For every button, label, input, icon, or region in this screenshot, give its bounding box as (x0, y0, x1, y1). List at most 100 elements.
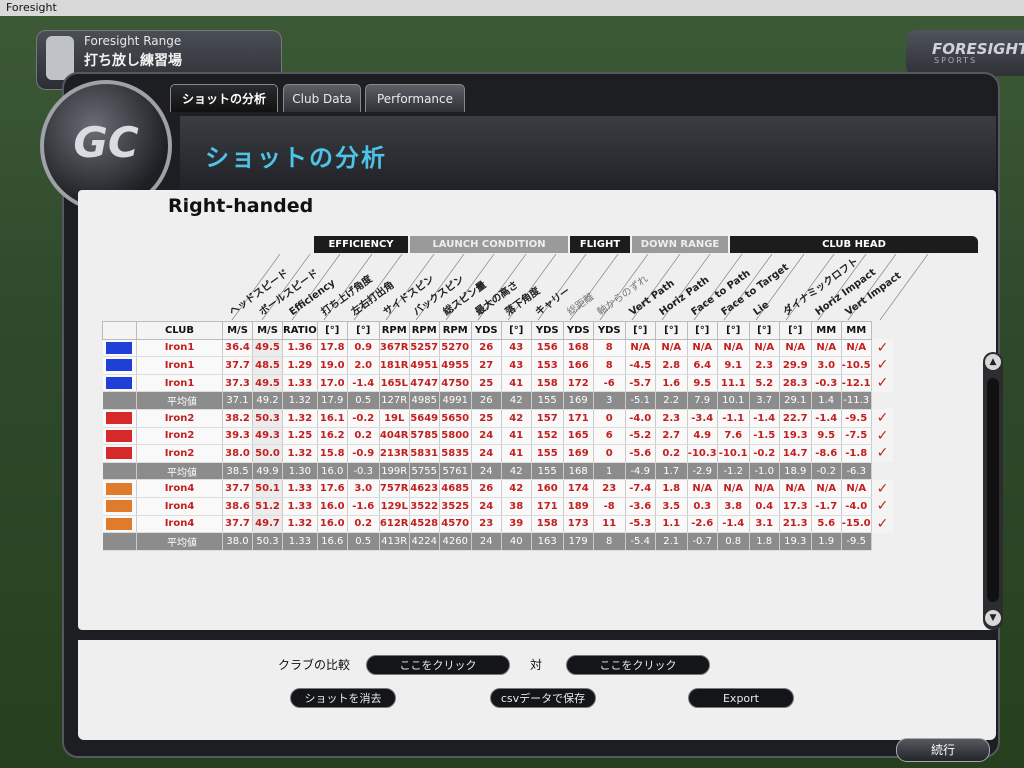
shot-row[interactable]: Iron1 36.4 49.5 1.36 17.8 0.9 367R 5257 5270 26 43… (102, 339, 894, 358)
scrollbar-thumb[interactable] (987, 378, 999, 602)
cell-value: -5.2 (625, 427, 656, 446)
club-color-swatch (102, 462, 137, 481)
club-color-swatch (102, 479, 137, 498)
shot-row[interactable]: Iron2 38.2 50.3 1.32 16.1 -0.2 19L 5649 5650 25 42… (102, 409, 894, 428)
color-chip (106, 429, 133, 442)
cell-value: 1.9 (811, 532, 842, 551)
empty-check (871, 391, 894, 410)
cell-value: 4260 (439, 532, 472, 551)
cell-value: 612R (379, 515, 410, 534)
cell-value: 25 (471, 409, 502, 428)
unit-header: RATIO (282, 321, 318, 340)
color-chip (106, 447, 133, 460)
cell-value: 9.5 (687, 374, 718, 393)
section-down-range: DOWN RANGE (632, 236, 728, 253)
check-icon[interactable]: ✓ (871, 479, 894, 498)
cell-value: 0.4 (749, 497, 780, 516)
cell-value: -9.5 (841, 532, 872, 551)
export-button[interactable]: Export (688, 688, 794, 708)
scroll-down-icon[interactable]: ▼ (985, 610, 1001, 626)
cell-value: -15.0 (841, 515, 872, 534)
cell-value: 0.2 (347, 427, 380, 446)
check-icon[interactable]: ✓ (871, 356, 894, 375)
cell-value: 2.2 (655, 391, 688, 410)
check-icon[interactable]: ✓ (871, 444, 894, 463)
shot-row[interactable]: Iron1 37.3 49.5 1.33 17.0 -1.4 165L 4747 4750 25 4… (102, 374, 894, 393)
cell-value: 24 (471, 532, 502, 551)
cell-value: 165L (379, 374, 410, 393)
cell-value: -9.5 (841, 409, 872, 428)
cell-value: N/A (717, 339, 750, 358)
shot-row[interactable]: Iron4 37.7 50.1 1.33 17.6 3.0 757R 4623 4685 26 42… (102, 479, 894, 498)
cell-value: -1.5 (749, 427, 780, 446)
cell-value: 1.33 (282, 479, 318, 498)
cell-value: 43 (501, 339, 532, 358)
cell-value: 153 (531, 356, 564, 375)
cell-value: 367R (379, 339, 410, 358)
cell-value: 49.7 (252, 515, 283, 534)
cell-value: 4985 (409, 391, 440, 410)
cell-value: 28.3 (779, 374, 812, 393)
cell-value: 171 (563, 409, 594, 428)
cell-value: 41 (501, 427, 532, 446)
shot-row[interactable]: Iron4 37.7 49.7 1.32 16.0 0.2 612R 4528 4570 23 39… (102, 515, 894, 534)
cell-value: -12.1 (841, 374, 872, 393)
cell-value: 4991 (439, 391, 472, 410)
club-name: Iron4 (136, 497, 223, 516)
cell-value: 168 (563, 462, 594, 481)
check-icon[interactable]: ✓ (871, 374, 894, 392)
cell-value: -1.4 (811, 409, 842, 428)
shot-row[interactable]: Iron1 37.7 48.5 1.29 19.0 2.0 181R 4951 4955 27 43… (102, 356, 894, 375)
compare-club-2-button[interactable]: ここをクリック (566, 655, 710, 675)
unit-header: [°] (654, 321, 688, 340)
cell-value: 49.3 (252, 427, 283, 446)
compare-club-1-button[interactable]: ここをクリック (366, 655, 510, 675)
cell-value: 165 (563, 427, 594, 446)
cell-value: -1.2 (717, 462, 750, 481)
check-icon[interactable]: ✓ (871, 339, 894, 357)
cell-value: 0 (593, 409, 626, 428)
vs-label: 対 (530, 658, 543, 672)
cell-value: 37.3 (222, 374, 253, 393)
unit-header: RPM (438, 321, 472, 340)
cell-value: 19L (379, 409, 410, 428)
cell-value: 5761 (439, 462, 472, 481)
handedness-label: Right-handed (168, 195, 314, 217)
scroll-up-icon[interactable]: ▲ (985, 354, 1001, 370)
clear-shots-button[interactable]: ショットを消去 (290, 688, 396, 708)
cell-value: 5785 (409, 427, 440, 446)
cell-value: 1.8 (749, 532, 780, 551)
cell-value: 5831 (409, 444, 440, 463)
unit-header: [°] (716, 321, 750, 340)
tab-shot-analysis[interactable]: ショットの分析 (170, 84, 278, 112)
tab-club-data[interactable]: Club Data (283, 84, 361, 112)
cell-value: 39.3 (222, 427, 253, 446)
tab-performance[interactable]: Performance (365, 84, 465, 112)
cell-value: 3.0 (811, 356, 842, 375)
check-icon[interactable]: ✓ (871, 427, 894, 445)
shot-row[interactable]: Iron2 38.0 50.0 1.32 15.8 -0.9 213R 5831 5835 24 4… (102, 444, 894, 463)
check-icon[interactable]: ✓ (871, 497, 894, 516)
check-icon[interactable]: ✓ (871, 515, 894, 533)
club-name: Iron4 (136, 479, 223, 498)
cell-value: 1.25 (282, 427, 318, 446)
cell-value: 5650 (439, 409, 472, 428)
shot-row[interactable]: Iron4 38.6 51.2 1.33 16.0 -1.6 129L 3522 3525 24 3… (102, 497, 894, 516)
cell-value: N/A (687, 479, 718, 498)
cell-value: 0 (593, 444, 626, 463)
check-icon[interactable]: ✓ (871, 409, 894, 428)
cell-value: 18.9 (779, 462, 812, 481)
shot-row[interactable]: Iron2 39.3 49.3 1.25 16.2 0.2 404R 5785 5800 24 41… (102, 427, 894, 446)
continue-button[interactable]: 続行 (896, 738, 990, 762)
cell-value: 1 (593, 462, 626, 481)
cell-value: 24 (471, 497, 502, 516)
unit-header: RPM (378, 321, 410, 340)
cell-value: 2.3 (749, 356, 780, 375)
unit-header: MM (810, 321, 842, 340)
save-csv-button[interactable]: csvデータで保存 (490, 688, 596, 708)
cell-value: -3.4 (687, 409, 718, 428)
cell-value: 0.5 (347, 391, 380, 410)
section-flight: FLIGHT (570, 236, 630, 253)
cell-value: 169 (563, 391, 594, 410)
cell-value: 173 (563, 515, 594, 534)
